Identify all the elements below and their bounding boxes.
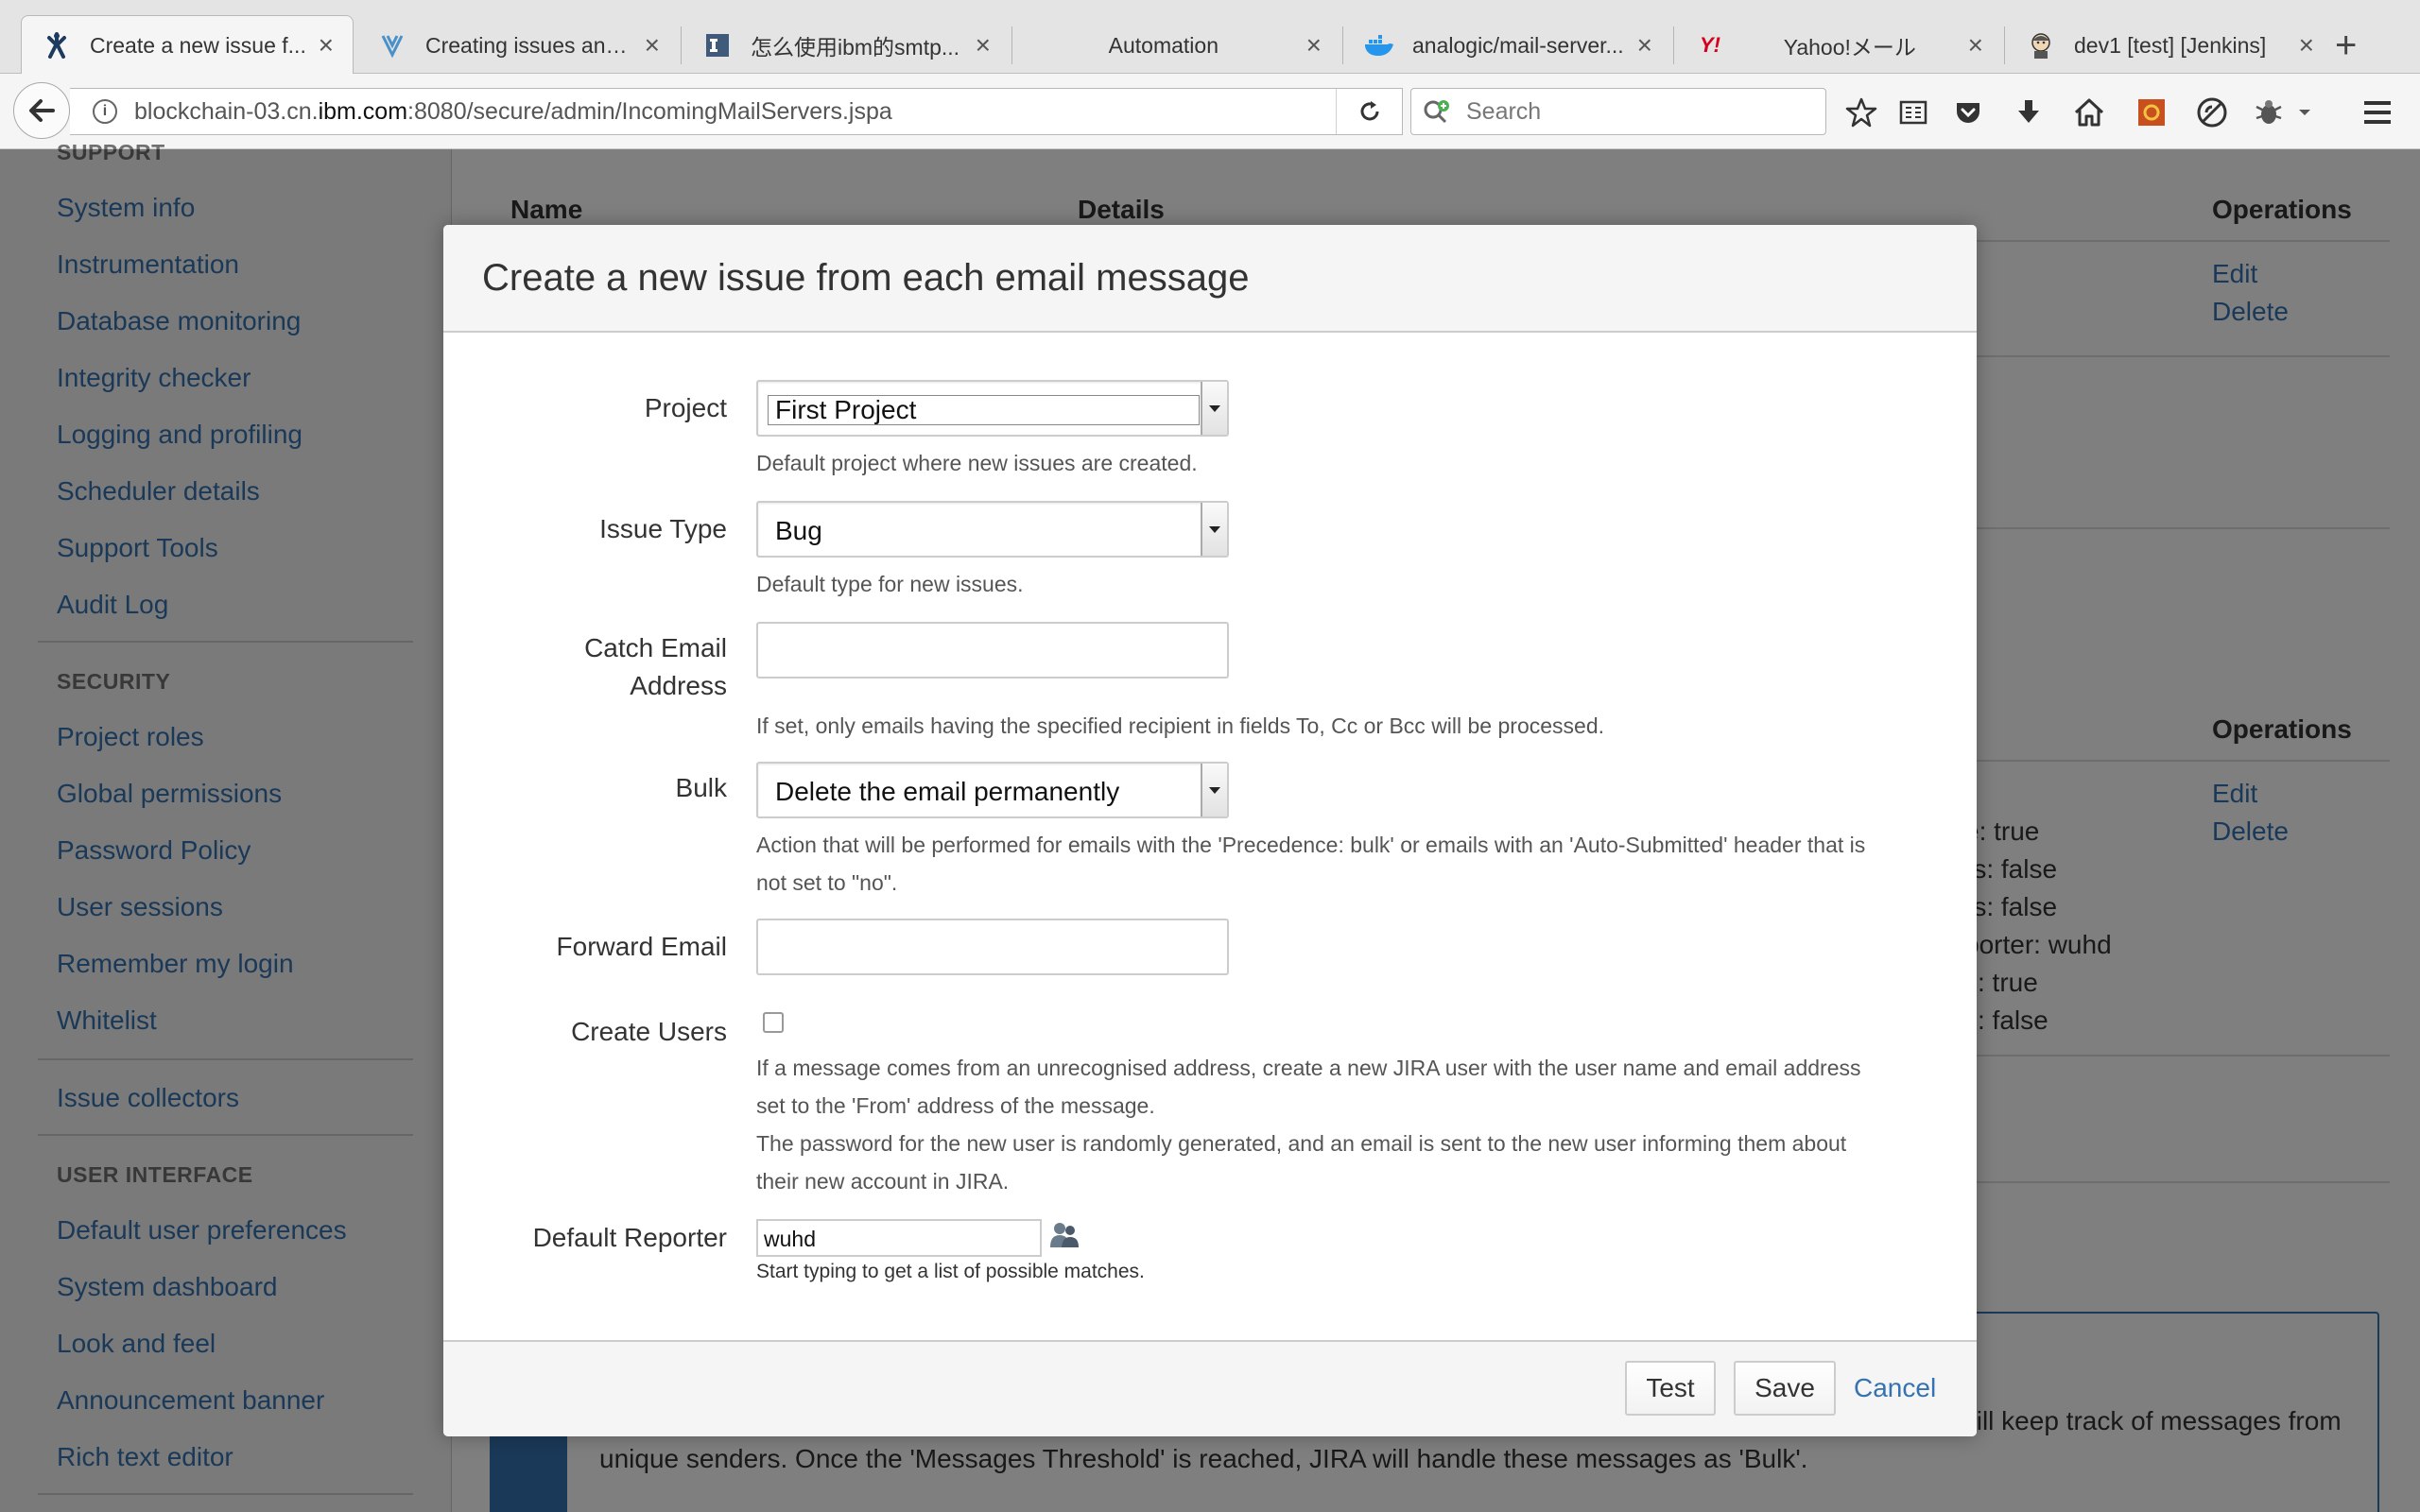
chevron-down-icon[interactable] — [1201, 503, 1227, 556]
tab-separator — [1342, 26, 1343, 64]
jenkins-icon — [2025, 29, 2057, 61]
issue-type-hint: Default type for new issues. — [756, 572, 1024, 596]
extension-orange-icon[interactable] — [2134, 94, 2169, 130]
catch-email-label: Catch Email Address — [584, 629, 727, 705]
hamburger-menu-icon[interactable] — [2360, 94, 2395, 130]
tab-create-issue[interactable]: Create a new issue f... × — [21, 15, 354, 75]
close-tab-icon[interactable]: × — [2299, 30, 2314, 60]
tab-title: Yahoo!メール — [1783, 35, 1916, 60]
create-users-label: Create Users — [571, 1017, 727, 1046]
chevron-down-icon[interactable] — [1201, 382, 1227, 435]
issue-type-label: Issue Type — [599, 514, 727, 543]
bulk-hint: Action that will be performed for emails… — [756, 826, 1938, 902]
catch-email-label-line1: Catch Email — [584, 633, 727, 662]
browser-nav-bar: i blockchain-03.cn.ibm.com:8080/secure/a… — [0, 74, 2420, 149]
tab-separator — [1011, 26, 1012, 64]
project-label: Project — [644, 393, 727, 422]
back-button[interactable] — [13, 82, 70, 139]
info-icon[interactable]: i — [93, 99, 117, 124]
atlassian-icon — [376, 29, 408, 61]
tab-separator — [2004, 26, 2005, 64]
yahoo-icon: Y! — [1700, 33, 1720, 57]
reload-icon[interactable] — [1336, 89, 1402, 134]
create-users-hint-line4: their new account in JIRA. — [756, 1169, 1010, 1194]
project-hint: Default project where new issues are cre… — [756, 451, 1198, 475]
close-tab-icon[interactable]: × — [976, 30, 991, 60]
bulk-hint-line2: not set to "no". — [756, 870, 898, 895]
cancel-link[interactable]: Cancel — [1854, 1373, 1936, 1403]
tab-creating-issues[interactable]: Creating issues and ... × — [357, 17, 679, 74]
document-icon — [701, 29, 734, 61]
new-tab-button[interactable]: + — [2335, 26, 2357, 64]
reading-list-icon[interactable] — [1895, 94, 1931, 130]
url-host: ibm.com — [318, 97, 408, 125]
tab-title: Create a new issue f... — [90, 32, 306, 58]
create-users-checkbox[interactable] — [763, 1012, 784, 1033]
close-tab-icon[interactable]: × — [1968, 30, 1983, 60]
download-icon[interactable] — [2011, 94, 2047, 130]
tab-yahoo-mail[interactable]: Y! Yahoo!メール × — [1675, 17, 2002, 74]
forward-email-label: Forward Email — [556, 932, 727, 961]
bulk-label: Bulk — [675, 773, 727, 802]
search-icon — [1423, 98, 1455, 125]
create-users-hint-line3: The password for the new user is randoml… — [756, 1131, 1847, 1156]
url-suffix: :8080/secure/admin/IncomingMailServers.j… — [407, 97, 892, 125]
url-text[interactable]: blockchain-03.cn.ibm.com:8080/secure/adm… — [134, 98, 1336, 126]
close-tab-icon[interactable]: × — [645, 30, 660, 60]
tab-title: dev1 [test] [Jenkins] — [2074, 32, 2267, 58]
tab-jenkins[interactable]: dev1 [test] [Jenkins] × — [2006, 17, 2333, 74]
catch-email-input[interactable] — [756, 622, 1229, 679]
default-reporter-hint: Start typing to get a list of possible m… — [756, 1261, 1145, 1282]
catch-email-hint: If set, only emails having the specified… — [756, 713, 1604, 738]
user-picker-icon[interactable] — [1048, 1219, 1080, 1251]
catch-email-label-line2: Address — [630, 671, 727, 700]
tab-automation[interactable]: Automation × — [1013, 17, 1340, 74]
issue-type-select[interactable]: Bug — [756, 501, 1229, 558]
url-bar[interactable]: i blockchain-03.cn.ibm.com:8080/secure/a… — [70, 88, 1403, 135]
search-bar[interactable]: Search — [1410, 88, 1826, 135]
tab-separator — [681, 26, 682, 64]
create-users-hint-line2: set to the 'From' address of the message… — [756, 1093, 1155, 1118]
bulk-select-value: Delete the email permanently — [775, 777, 1120, 806]
extension-bug-icon[interactable] — [2251, 94, 2287, 130]
pocket-icon[interactable] — [1950, 94, 1986, 130]
tab-ibm-smtp[interactable]: 怎么使用ibm的smtp... × — [683, 17, 1010, 74]
dialog-title: Create a new issue from each email messa… — [482, 257, 1250, 299]
default-reporter-label: Default Reporter — [532, 1223, 727, 1252]
jira-icon — [41, 29, 73, 61]
arrow-left-icon — [29, 99, 55, 122]
project-select[interactable]: First Project — [756, 380, 1229, 437]
close-tab-icon[interactable]: × — [1637, 30, 1652, 60]
bulk-select[interactable]: Delete the email permanently — [756, 762, 1229, 818]
tab-separator — [1673, 26, 1674, 64]
dialog-footer: Test Save Cancel — [443, 1340, 1977, 1436]
test-button[interactable]: Test — [1625, 1361, 1716, 1416]
home-icon[interactable] — [2071, 94, 2107, 130]
docker-icon — [1363, 29, 1395, 61]
bulk-hint-line1: Action that will be performed for emails… — [756, 833, 1866, 857]
issue-type-select-value: Bug — [775, 516, 822, 545]
save-button[interactable]: Save — [1734, 1361, 1836, 1416]
bookmark-star-icon[interactable] — [1843, 94, 1879, 130]
tab-docker-mail-server[interactable]: analogic/mail-server... × — [1344, 17, 1671, 74]
chevron-down-icon[interactable] — [1201, 764, 1227, 816]
dialog-header: Create a new issue from each email messa… — [443, 225, 1977, 333]
chevron-down-icon[interactable] — [2292, 94, 2317, 130]
extension-gauge-icon[interactable] — [2194, 94, 2230, 130]
default-reporter-input[interactable]: wuhd — [756, 1219, 1042, 1257]
tab-title: Creating issues and ... — [425, 32, 633, 58]
tab-title: 怎么使用ibm的smtp... — [751, 35, 960, 60]
create-issue-dialog: Create a new issue from each email messa… — [443, 225, 1977, 1436]
tab-title: Automation — [1108, 32, 1219, 58]
search-placeholder: Search — [1466, 97, 1542, 125]
create-users-hint-line1: If a message comes from an unrecognised … — [756, 1056, 1861, 1080]
close-tab-icon[interactable]: × — [319, 30, 334, 60]
project-select-value: First Project — [775, 395, 917, 424]
close-tab-icon[interactable]: × — [1306, 30, 1322, 60]
create-users-hint: If a message comes from an unrecognised … — [756, 1049, 1938, 1200]
forward-email-input[interactable] — [756, 919, 1229, 975]
browser-tab-bar: Create a new issue f... × Creating issue… — [0, 0, 2420, 75]
url-prefix: blockchain-03.cn. — [134, 97, 319, 125]
tab-title: analogic/mail-server... — [1412, 32, 1624, 58]
